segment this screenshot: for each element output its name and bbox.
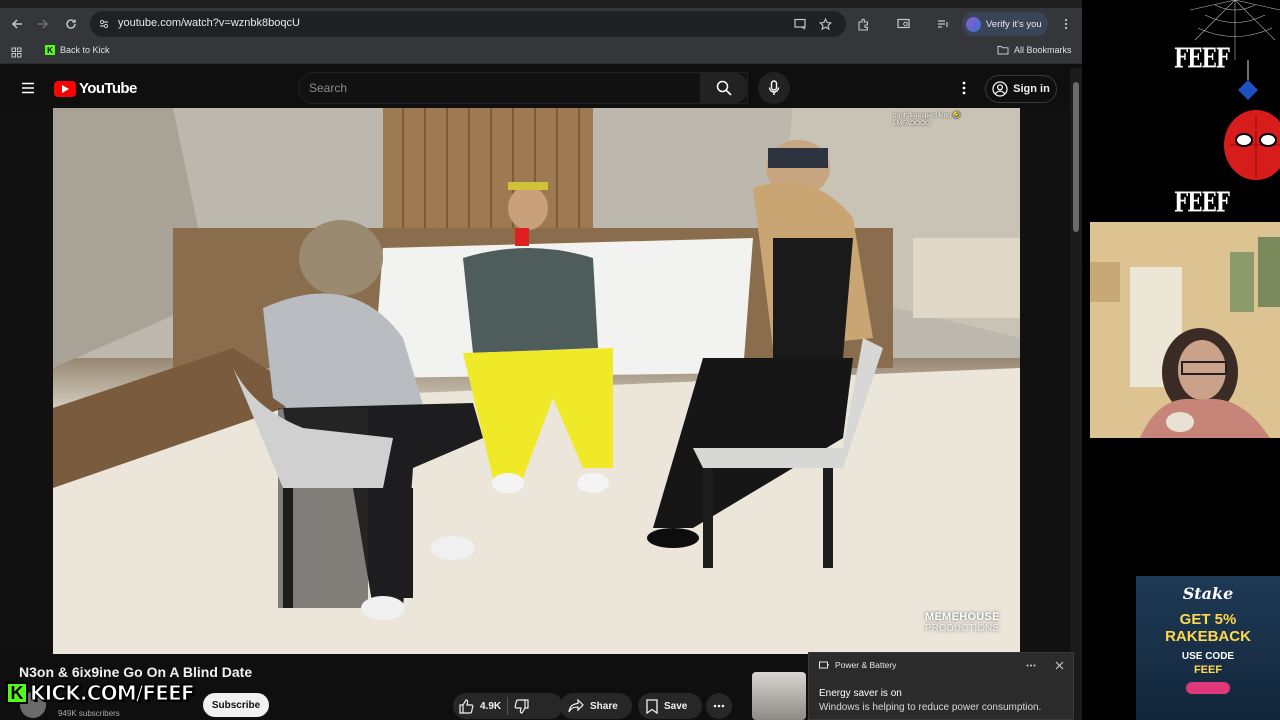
thumbs-down-icon	[514, 698, 529, 714]
chat-overlay: dont disrespect king 🤣 LMFAOOOO	[893, 112, 961, 128]
youtube-header: YouTube Sign in	[0, 68, 1070, 108]
notification-body: Windows is helping to reduce power consu…	[819, 702, 1042, 713]
notification-app-name: Power & Battery	[835, 660, 897, 670]
address-bar[interactable]: youtube.com/watch?v=wznbk8boqcU	[90, 11, 846, 37]
share-label: Share	[590, 700, 618, 712]
battery-leaf-icon	[819, 661, 829, 669]
bookmarks-bar: K Back to Kick All Bookmarks	[0, 40, 1082, 64]
stake-code-label: USE CODE	[1181, 651, 1235, 662]
video-watermark: MEMEHOUSE PRODUCTIONS	[925, 611, 1000, 635]
share-arrow-icon	[568, 699, 584, 713]
back-arrow-icon[interactable]	[7, 14, 27, 34]
reload-icon[interactable]	[61, 14, 81, 34]
feef-logo-middle: FEEF	[1174, 185, 1230, 219]
stake-sponsor-banner[interactable]: Stake GET 5% RAKEBACK USE CODE FEEF	[1136, 576, 1280, 720]
more-actions-button[interactable]	[706, 693, 732, 719]
verify-label: Verify it's you	[986, 18, 1042, 30]
cast-icon[interactable]	[790, 14, 810, 34]
stake-offer-line-2: RAKEBACK	[1165, 628, 1251, 645]
watermark-line-2: PRODUCTIONS	[925, 623, 999, 634]
scrollbar-thumb[interactable]	[1073, 82, 1079, 232]
microphone-icon	[768, 80, 780, 95]
stake-code: FEEF	[1193, 664, 1223, 676]
chat-line-1: dont disrespect king 🤣	[893, 112, 961, 119]
verify-identity-button[interactable]: Verify it's you	[962, 12, 1048, 36]
like-button[interactable]: 4.9K	[453, 698, 502, 714]
url-text: youtube.com/watch?v=wznbk8boqcU	[118, 17, 300, 29]
subscriber-count: 949K subscribers	[58, 709, 120, 718]
subscribe-button[interactable]: Subscribe	[203, 693, 269, 717]
tab-strip	[0, 0, 1082, 8]
like-divider	[507, 697, 509, 715]
search-button[interactable]	[700, 72, 748, 104]
kick-favicon-icon: K	[45, 45, 55, 55]
forward-arrow-icon[interactable]	[33, 14, 53, 34]
bookmark-back-to-kick[interactable]: K Back to Kick	[45, 45, 110, 55]
like-dislike-group: 4.9K	[453, 693, 563, 719]
sign-in-button[interactable]: Sign in	[985, 75, 1057, 103]
more-horizontal-icon	[713, 704, 725, 708]
site-settings-icon[interactable]	[94, 14, 114, 34]
browser-window: youtube.com/watch?v=wznbk8boqcU Verify i…	[0, 0, 1082, 720]
notification-close-icon[interactable]	[1049, 655, 1069, 675]
kick-url-text: KICK.COM/FEEF	[30, 681, 196, 706]
notification-more-icon[interactable]	[1021, 655, 1041, 675]
webcam-image	[1090, 222, 1280, 438]
media-controls-icon[interactable]	[933, 14, 953, 34]
youtube-logo[interactable]: YouTube	[54, 80, 137, 97]
apps-grid-icon[interactable]	[6, 42, 26, 62]
video-title: N3on & 6ix9ine Go On A Blind Date	[19, 664, 253, 680]
video-frame[interactable]: dont disrespect king 🤣 LMFAOOOO MEMEHOUS…	[53, 108, 1020, 654]
stream-overlay-panel: FEEF FEEF Stake GET 5% RAKEBACK USE CODE…	[1082, 0, 1280, 720]
stake-offer-line-1: GET 5%	[1179, 611, 1237, 628]
save-button[interactable]: Save	[638, 693, 702, 719]
settings-more-icon[interactable]	[954, 78, 974, 98]
stake-logo: Stake	[1182, 584, 1234, 603]
all-bookmarks-label: All Bookmarks	[1014, 45, 1072, 55]
voice-search-button[interactable]	[758, 72, 790, 104]
browser-menu-icon[interactable]	[1056, 14, 1076, 34]
browser-toolbar: youtube.com/watch?v=wznbk8boqcU Verify i…	[0, 8, 1082, 40]
all-bookmarks-button[interactable]: All Bookmarks	[997, 45, 1072, 55]
bookmark-star-icon[interactable]	[815, 14, 835, 34]
recommended-video-thumbnail[interactable]	[752, 672, 806, 720]
extensions-icon[interactable]	[853, 14, 873, 34]
notification-header: Power & Battery	[819, 660, 896, 670]
webcam-feed	[1090, 222, 1280, 438]
stake-claim-button[interactable]	[1186, 682, 1230, 694]
like-count: 4.9K	[480, 700, 502, 712]
watermark-line-1: MEMEHOUSE	[925, 611, 1000, 623]
chat-line-2: LMFAOOOO	[893, 120, 931, 127]
search-input[interactable]	[309, 81, 689, 95]
save-label: Save	[664, 700, 688, 712]
page-scrollbar[interactable]	[1070, 68, 1082, 720]
bookmark-label: Back to Kick	[60, 45, 110, 55]
kick-brand-overlay: K KICK.COM/FEEF	[6, 680, 196, 706]
notification-title: Energy saver is on	[819, 688, 902, 699]
kick-logo-icon: K	[6, 682, 28, 704]
bookmark-icon	[646, 698, 658, 714]
video-scene-image	[53, 108, 1020, 654]
hamburger-menu-icon[interactable]	[18, 78, 38, 98]
share-button[interactable]: Share	[560, 693, 632, 719]
reading-mode-icon[interactable]	[893, 14, 913, 34]
spider-character-icon	[1224, 60, 1280, 180]
search-icon	[716, 80, 732, 96]
dislike-button[interactable]	[514, 698, 529, 714]
folder-icon	[997, 46, 1009, 55]
profile-avatar	[966, 16, 981, 32]
youtube-play-icon	[54, 80, 76, 97]
thumbs-up-icon	[459, 698, 474, 714]
search-box	[298, 72, 748, 104]
windows-notification[interactable]: Power & Battery Energy saver is on Windo…	[808, 652, 1074, 720]
sign-in-label: Sign in	[1013, 83, 1050, 95]
account-icon	[992, 81, 1008, 97]
video-player[interactable]: dont disrespect king 🤣 LMFAOOOO MEMEHOUS…	[0, 108, 1070, 654]
youtube-logo-text: YouTube	[79, 80, 137, 97]
